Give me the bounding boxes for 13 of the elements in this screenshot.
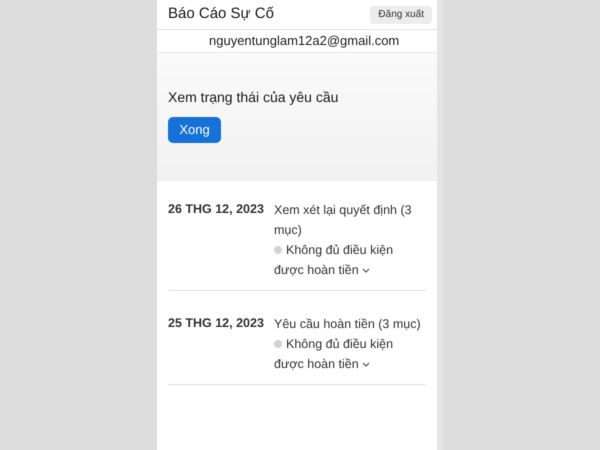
request-date: 26 THG 12, 2023 (168, 201, 265, 218)
logout-button[interactable]: Đăng xuất (370, 6, 432, 24)
done-button[interactable]: Xong (168, 117, 221, 143)
account-email: nguyentunglam12a2@gmail.com (209, 32, 400, 50)
page-title: Báo Cáo Sự Cố (168, 4, 274, 24)
chevron-down-icon (362, 362, 370, 368)
request-status[interactable]: Không đủ điều kiện được hoàn tiền (274, 240, 426, 280)
section-heading: Xem trạng thái của yêu cầu (168, 88, 338, 107)
request-title: Xem xét lại quyết định (3 mục) (274, 202, 413, 239)
chevron-down-icon (362, 268, 370, 274)
request-date: 25 THG 12, 2023 (168, 315, 265, 332)
request-status[interactable]: Không đủ điều kiện được hoàn tiền (274, 334, 426, 374)
request-title: Yêu cầu hoàn tiền (3 mục) (274, 316, 422, 333)
